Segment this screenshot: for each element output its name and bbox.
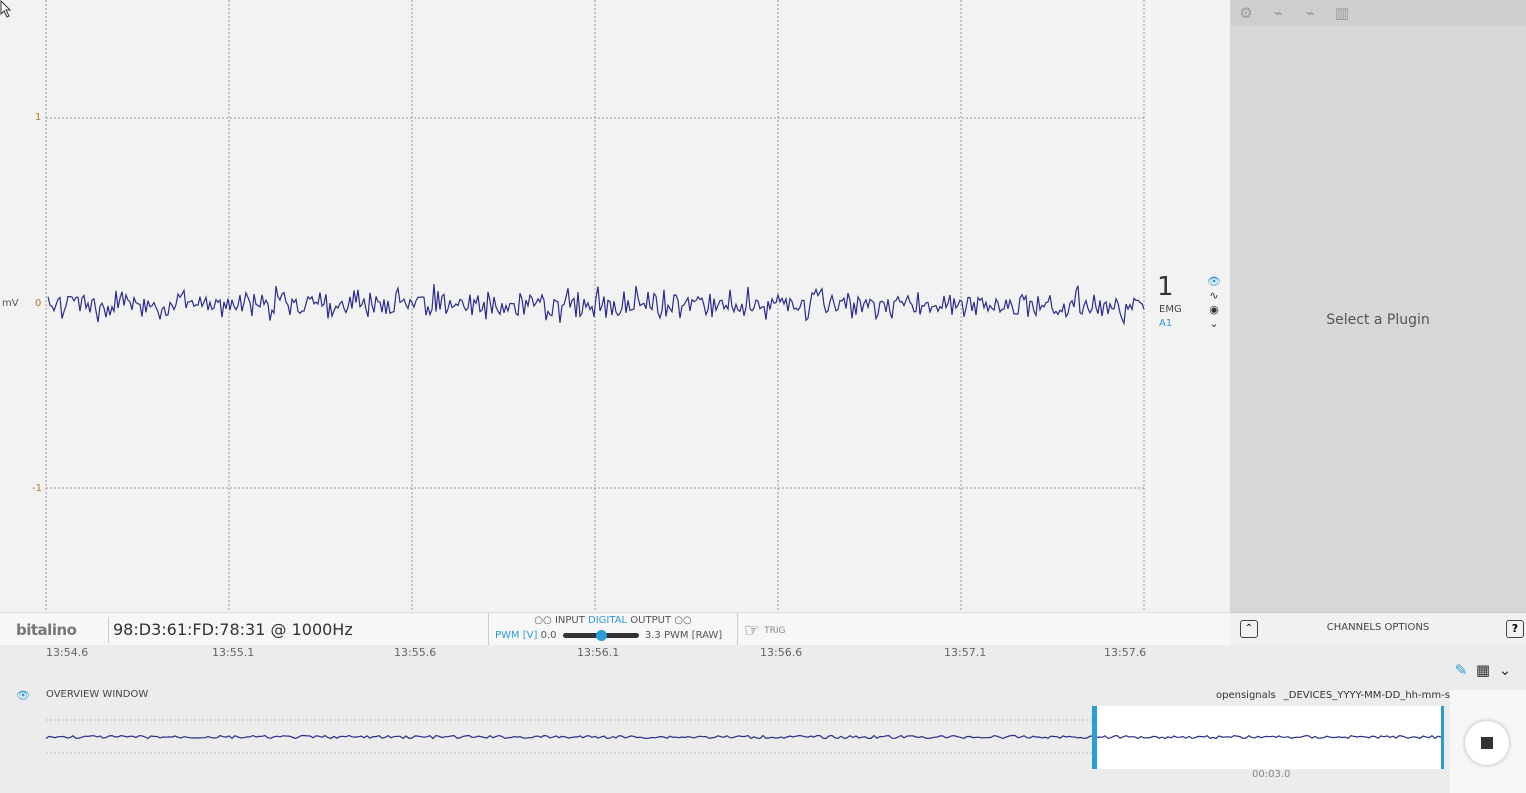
channels-options-title[interactable]: CHANNELS OPTIONS [1230, 622, 1526, 633]
plugin-toolbar: ⚙ ⌁ ⌁ ▥ [1230, 0, 1526, 26]
channel-side-icons: 👁 ∿ ◉ ⌄ [1204, 275, 1224, 331]
help-button[interactable]: ? [1506, 620, 1524, 638]
overview-plot[interactable] [0, 700, 1450, 775]
overview-window-label: OVERVIEW WINDOW [46, 689, 149, 700]
y-unit-label: mV [2, 298, 19, 309]
eye-icon[interactable]: 👁 [1204, 275, 1224, 289]
x-tick: 13:56.1 [577, 646, 620, 659]
io-controls: ○○ INPUT DIGITAL OUTPUT ○○ PWM [V] 0.0 3… [488, 613, 738, 645]
stop-panel [1450, 690, 1526, 793]
overview-duration: 00:03.0 [1252, 769, 1291, 780]
x-tick: 13:56.6 [760, 646, 803, 659]
chevron-down-icon[interactable]: ⌄ [1204, 317, 1224, 331]
channel-port: A1 [1159, 318, 1173, 329]
plugin-panel: ⚙ ⌁ ⌁ ▥ Select a Plugin [1230, 0, 1526, 612]
bitalino-logo: bitalino [16, 621, 77, 639]
channel-number: 1 [1157, 272, 1174, 302]
trig-button[interactable]: ☞ TRIG [744, 620, 786, 641]
pwm-min: 0.0 [540, 630, 557, 641]
pwm-slider-handle[interactable] [595, 629, 607, 641]
y-tick-0: 0 [35, 298, 42, 309]
chevron-down-icon[interactable]: ⌄ [1494, 661, 1516, 679]
wave-icon[interactable]: ∿ [1204, 289, 1224, 303]
hand-pointer-icon: ☞ [744, 620, 761, 641]
overview-selection-handle-left [1092, 706, 1097, 769]
pwm-slider[interactable] [562, 629, 639, 641]
output-label: OUTPUT [630, 615, 672, 626]
x-tick: 13:55.6 [394, 646, 437, 659]
x-tick: 13:54.6 [46, 646, 89, 659]
x-tick: 13:57.1 [944, 646, 987, 659]
y-tick-1: 1 [35, 112, 42, 123]
plug-off-icon[interactable]: ⌁ [1297, 2, 1323, 24]
gear-icon[interactable]: ⚙ [1233, 2, 1259, 24]
channel-type: EMG [1159, 304, 1182, 315]
view-controls: ✎ ▦ ⌄ [1450, 660, 1516, 679]
x-tick: 13:55.1 [212, 646, 255, 659]
input-toggle-icon[interactable]: ○○ [534, 615, 551, 626]
grid-icon[interactable]: ▦ [1472, 661, 1494, 679]
plot-grid [45, 0, 1145, 612]
pwm-v-label[interactable]: PWM [V] [495, 630, 537, 641]
chart-icon[interactable]: ▥ [1329, 2, 1355, 24]
record-dot-icon[interactable]: ◉ [1204, 303, 1224, 317]
x-tick: 13:57.6 [1104, 646, 1147, 659]
digital-label: DIGITAL [588, 615, 628, 626]
stop-button[interactable] [1465, 721, 1509, 765]
overview-selection-handle-right [1441, 706, 1444, 769]
plug-icon[interactable]: ⌁ [1265, 2, 1291, 24]
select-plugin-message: Select a Plugin [1326, 312, 1430, 328]
signal-plot[interactable]: mV 1 0 -1 1 EMG A1 👁 ∿ ◉ ⌄ [0, 0, 1230, 612]
mouse-cursor-icon [0, 0, 12, 18]
device-bar: bitalino 98:D3:61:FD:78:31 @ 1000Hz ○○ I… [0, 612, 1230, 645]
emg-signal-trace [47, 284, 1145, 326]
output-toggle-icon[interactable]: ○○ [674, 615, 691, 626]
channels-options-bar: ⌃ CHANNELS OPTIONS ? [1230, 612, 1526, 645]
pwm-max: 3.3 [644, 630, 661, 641]
pin-icon[interactable]: ✎ [1450, 661, 1472, 679]
device-info: 98:D3:61:FD:78:31 @ 1000Hz [108, 617, 353, 643]
trig-label: TRIG [764, 626, 786, 636]
stop-icon [1481, 737, 1493, 749]
y-tick-minus-1: -1 [32, 483, 42, 494]
pwm-raw-label[interactable]: PWM [RAW] [664, 630, 722, 641]
input-label: INPUT [554, 615, 585, 626]
